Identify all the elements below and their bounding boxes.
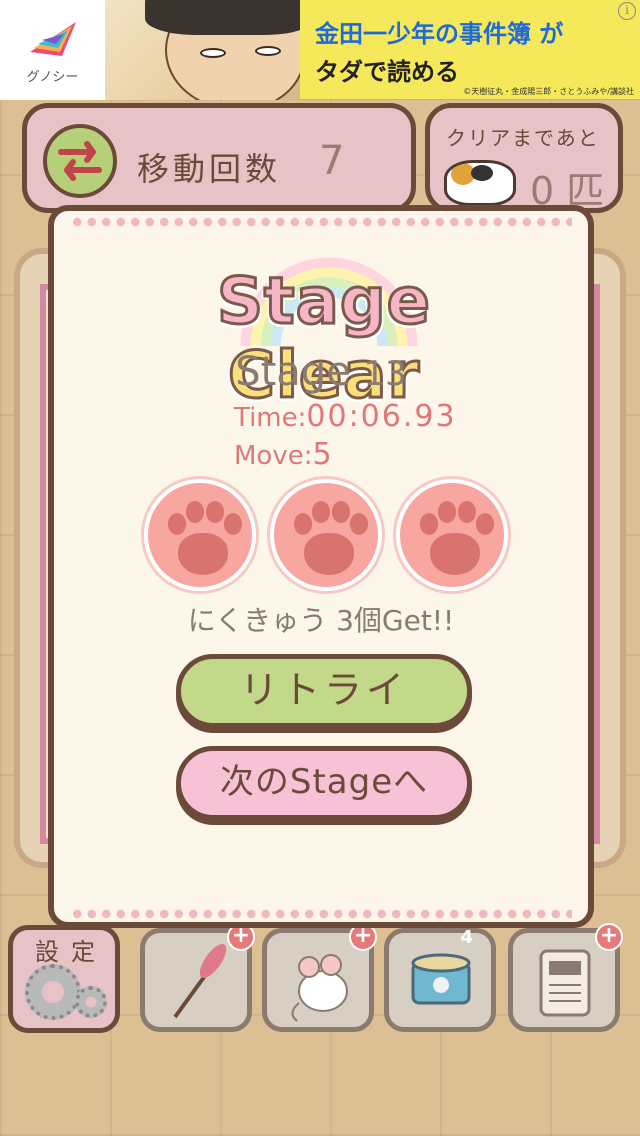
ad-brand-name: グノシー: [26, 70, 79, 85]
settings-button[interactable]: 設定: [8, 925, 120, 1033]
gear-icon: [75, 986, 107, 1018]
move-line: Move:5: [234, 437, 332, 472]
calico-cat-icon: [444, 160, 516, 206]
ad-info-icon[interactable]: i: [618, 2, 636, 20]
brush-tool-button[interactable]: +: [140, 923, 255, 1032]
manga-eye: [255, 46, 281, 56]
ad-headline-line2[interactable]: タダで読める: [315, 52, 459, 87]
ad-banner[interactable]: グノシー 金田一少年の事件簿 が タダで読める ©天樹征丸・金成陽三郎・さとうふ…: [0, 0, 640, 100]
moves-counter-panel: 移動回数 7: [22, 103, 416, 213]
cat-food-tool-button[interactable]: 4: [384, 927, 496, 1032]
heater-tool-button[interactable]: +: [508, 923, 623, 1032]
manga-hair: [145, 0, 300, 35]
move-value: 5: [312, 437, 332, 472]
ad-brand-logo[interactable]: グノシー: [0, 0, 105, 100]
moves-value: 7: [319, 138, 345, 184]
ad-copyright: ©天樹征丸・金成陽三郎・さとうふみや/講談社: [463, 87, 634, 96]
stage-label: Stage: [235, 349, 351, 395]
moves-label: 移動回数: [137, 150, 282, 188]
stage-clear-dialog: Stage Clear Stage 13 Time:00:06.93 Move:…: [48, 205, 594, 928]
stage-number-line: Stage 13: [54, 349, 588, 395]
ad-headline-line1[interactable]: 金田一少年の事件簿 が: [315, 14, 563, 49]
time-value: 00:06.93: [306, 399, 457, 434]
time-line: Time:00:06.93: [234, 399, 457, 434]
dotted-border-top: [70, 217, 572, 227]
stage-clear-title: Stage Clear: [124, 251, 524, 415]
add-plus-icon[interactable]: +: [595, 923, 623, 951]
cat-food-can-icon: [411, 953, 471, 1005]
gear-icon: [25, 964, 81, 1020]
title-stage-word: Stage: [215, 264, 432, 341]
paw-print-icon: [144, 479, 256, 591]
cats-remaining-panel: クリアまであと 0 匹: [425, 103, 623, 213]
retry-button[interactable]: リトライ: [176, 654, 472, 728]
ad-manga-image[interactable]: [105, 0, 300, 100]
stage-number: 13: [363, 354, 407, 394]
mouse-toy-tool-button[interactable]: +: [262, 923, 377, 1032]
next-stage-button[interactable]: 次のStageへ: [176, 746, 472, 820]
paw-print-icon: [396, 479, 508, 591]
gunosy-logo-icon: [30, 22, 76, 56]
manga-eye: [200, 48, 226, 58]
time-label: Time:: [234, 403, 307, 433]
dotted-border-bottom: [70, 909, 572, 919]
paw-print-icon: [270, 479, 382, 591]
swap-arrows-icon: [43, 124, 117, 198]
settings-label: 設定: [35, 938, 107, 966]
cats-remaining-label: クリアまであと: [446, 126, 600, 150]
cat-food-count: 4: [460, 927, 473, 948]
move-label: Move:: [234, 441, 313, 471]
paws-earned-text: にくきゅう 3個Get!!: [187, 604, 455, 637]
